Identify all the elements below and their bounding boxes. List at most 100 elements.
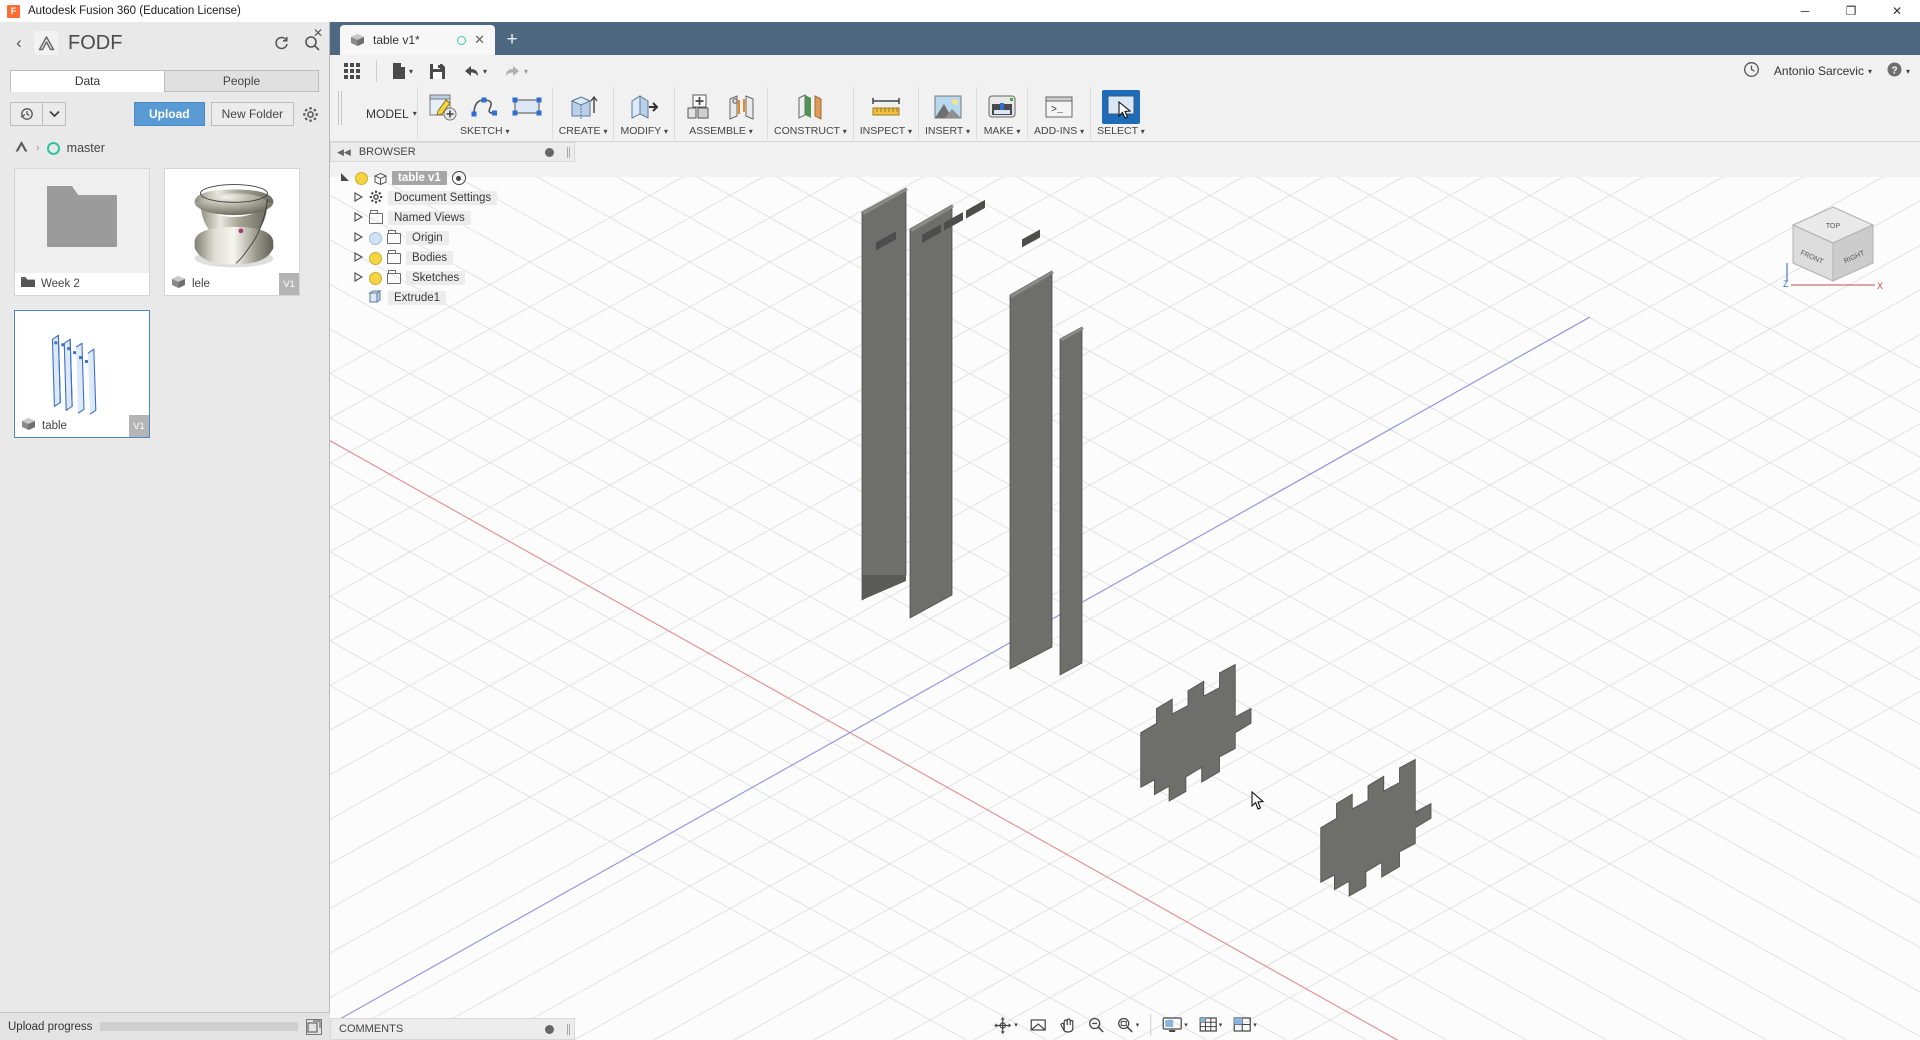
list-item[interactable]: table V1 — [14, 310, 150, 438]
list-item[interactable]: Week 2 — [14, 168, 150, 296]
help-icon[interactable]: ? — [1886, 61, 1903, 81]
zoom-fit-button[interactable]: ▾ — [1112, 1014, 1144, 1036]
ribbon-group-label[interactable]: MODIFY ▾ — [620, 125, 668, 140]
data-panel-tabs: Data People — [10, 70, 319, 92]
close-button[interactable]: ✕ — [1874, 0, 1920, 22]
tab-data[interactable]: Data — [10, 70, 164, 92]
rectangle-button[interactable] — [508, 90, 546, 124]
new-folder-button[interactable]: New Folder — [210, 102, 294, 126]
visibility-radio-icon[interactable] — [451, 171, 466, 185]
display-settings-button[interactable]: ▾ — [1158, 1014, 1192, 1036]
tree-node-sketches[interactable]: Sketches — [340, 268, 575, 288]
pan-button[interactable] — [1054, 1014, 1080, 1036]
panel-menu-icon[interactable] — [545, 147, 554, 157]
tree-node-extrude1[interactable]: Extrude1 — [340, 288, 575, 308]
tree-node-document-settings[interactable]: Document Settings — [340, 188, 575, 208]
user-name-label[interactable]: Antonio Sarcevic — [1774, 64, 1864, 78]
triangle-closed-icon[interactable] — [354, 212, 364, 224]
viewcube[interactable]: TOP FRONT RIGHT Z X — [1781, 201, 1886, 296]
pan-look-at-button[interactable] — [1025, 1014, 1051, 1036]
joint-button[interactable] — [723, 90, 761, 124]
breadcrumb-branch[interactable]: master — [67, 141, 105, 155]
clock-icon[interactable] — [1743, 61, 1760, 81]
recent-history-icon[interactable] — [10, 102, 42, 126]
refresh-icon[interactable] — [273, 35, 290, 52]
axis-z-label: Z — [1783, 279, 1789, 289]
redo-button[interactable]: ▾ — [498, 61, 533, 82]
chevron-down-icon[interactable] — [42, 102, 66, 126]
3d-print-button[interactable] — [983, 90, 1021, 124]
collapse-left-icon[interactable]: ◀◀ — [337, 147, 351, 158]
triangle-closed-icon[interactable] — [354, 192, 364, 204]
press-pull-button[interactable] — [625, 90, 663, 124]
search-icon[interactable] — [304, 35, 321, 52]
comments-panel[interactable]: COMMENTS — [330, 1018, 575, 1040]
ribbon-group-label[interactable]: MAKE ▾ — [984, 125, 1021, 140]
ribbon-group-label[interactable]: INSPECT ▾ — [860, 125, 912, 140]
ribbon-group-label[interactable]: INSERT ▾ — [925, 125, 970, 140]
ribbon-grip[interactable] — [338, 91, 344, 125]
new-component-button[interactable] — [681, 90, 719, 124]
visibility-bulb-icon[interactable] — [369, 251, 382, 265]
undo-button[interactable]: ▾ — [457, 61, 492, 82]
tree-node-named-views[interactable]: Named Views — [340, 208, 575, 228]
spline-button[interactable] — [466, 90, 504, 124]
ribbon-group-label[interactable]: CREATE ▾ — [559, 125, 608, 140]
viewports-button[interactable]: ▾ — [1229, 1014, 1261, 1036]
chevron-down-icon[interactable]: ▾ — [1906, 67, 1910, 76]
grid-snaps-button[interactable]: ▾ — [1195, 1014, 1227, 1036]
chevron-down-icon[interactable]: ▾ — [1868, 67, 1872, 76]
visibility-bulb-icon[interactable] — [355, 171, 368, 185]
minimize-button[interactable]: ─ — [1782, 0, 1828, 22]
comments-title: COMMENTS — [339, 1023, 404, 1035]
extrude-button[interactable] — [564, 90, 602, 124]
ribbon-group-label[interactable]: SELECT ▾ — [1097, 125, 1145, 140]
panel-resize-grip[interactable] — [567, 146, 570, 158]
tab-people[interactable]: People — [164, 70, 319, 92]
account-area: Antonio Sarcevic ▾ ? ▾ — [1743, 61, 1910, 81]
document-tab[interactable]: table v1* ✕ — [340, 25, 495, 55]
maximize-button[interactable]: ❐ — [1828, 0, 1874, 22]
ribbon-group-addins: >_ ADD-INS ▾ — [1028, 87, 1092, 140]
apps-grid-button[interactable] — [338, 59, 366, 83]
new-tab-button[interactable]: + — [499, 27, 525, 53]
offset-plane-button[interactable] — [791, 90, 829, 124]
triangle-open-icon[interactable] — [340, 172, 350, 184]
visibility-bulb-icon[interactable] — [369, 271, 382, 285]
visibility-bulb-icon[interactable] — [369, 231, 382, 245]
save-button[interactable] — [424, 60, 451, 83]
panel-menu-icon[interactable] — [545, 1024, 554, 1034]
file-button[interactable]: ▾ — [387, 59, 418, 83]
detach-window-icon[interactable] — [306, 1018, 322, 1035]
gear-icon — [369, 190, 383, 207]
tile-thumbnail — [15, 169, 149, 273]
ribbon-group-label[interactable]: ADD-INS ▾ — [1034, 125, 1084, 140]
measure-button[interactable] — [867, 90, 905, 124]
triangle-closed-icon[interactable] — [354, 252, 364, 264]
workspace-switcher[interactable]: MODEL ▾ — [350, 87, 418, 140]
window-title: Autodesk Fusion 360 (Education License) — [28, 5, 241, 17]
create-sketch-button[interactable] — [424, 90, 462, 124]
tree-node-origin[interactable]: Origin — [340, 228, 575, 248]
orbit-button[interactable]: ▾ — [989, 1014, 1022, 1036]
ribbon-group-label[interactable]: SKETCH ▾ — [460, 125, 510, 140]
ribbon-group-label[interactable]: CONSTRUCT ▾ — [774, 125, 847, 140]
upload-button[interactable]: Upload — [133, 102, 205, 126]
gear-icon[interactable] — [302, 106, 319, 123]
zoom-button[interactable] — [1083, 1014, 1109, 1036]
list-item[interactable]: lele V1 — [164, 168, 300, 296]
close-icon[interactable]: ✕ — [474, 32, 485, 48]
triangle-closed-icon[interactable] — [354, 272, 364, 284]
panel-resize-grip[interactable] — [567, 1023, 570, 1035]
breadcrumb-hub-icon[interactable] — [14, 140, 29, 156]
tree-node-table-v1[interactable]: table v1 — [340, 168, 575, 188]
scripts-addins-button[interactable]: >_ — [1040, 90, 1078, 124]
chevron-down-icon[interactable]: ▾ — [413, 109, 417, 118]
tree-node-bodies[interactable]: Bodies — [340, 248, 575, 268]
select-button[interactable] — [1101, 90, 1140, 124]
insert-decal-button[interactable] — [929, 90, 967, 124]
ribbon-group-label[interactable]: ASSEMBLE ▾ — [689, 125, 753, 140]
back-button[interactable]: ‹ — [10, 33, 28, 53]
autodesk-hub-icon[interactable] — [34, 31, 58, 55]
triangle-closed-icon[interactable] — [354, 232, 364, 244]
